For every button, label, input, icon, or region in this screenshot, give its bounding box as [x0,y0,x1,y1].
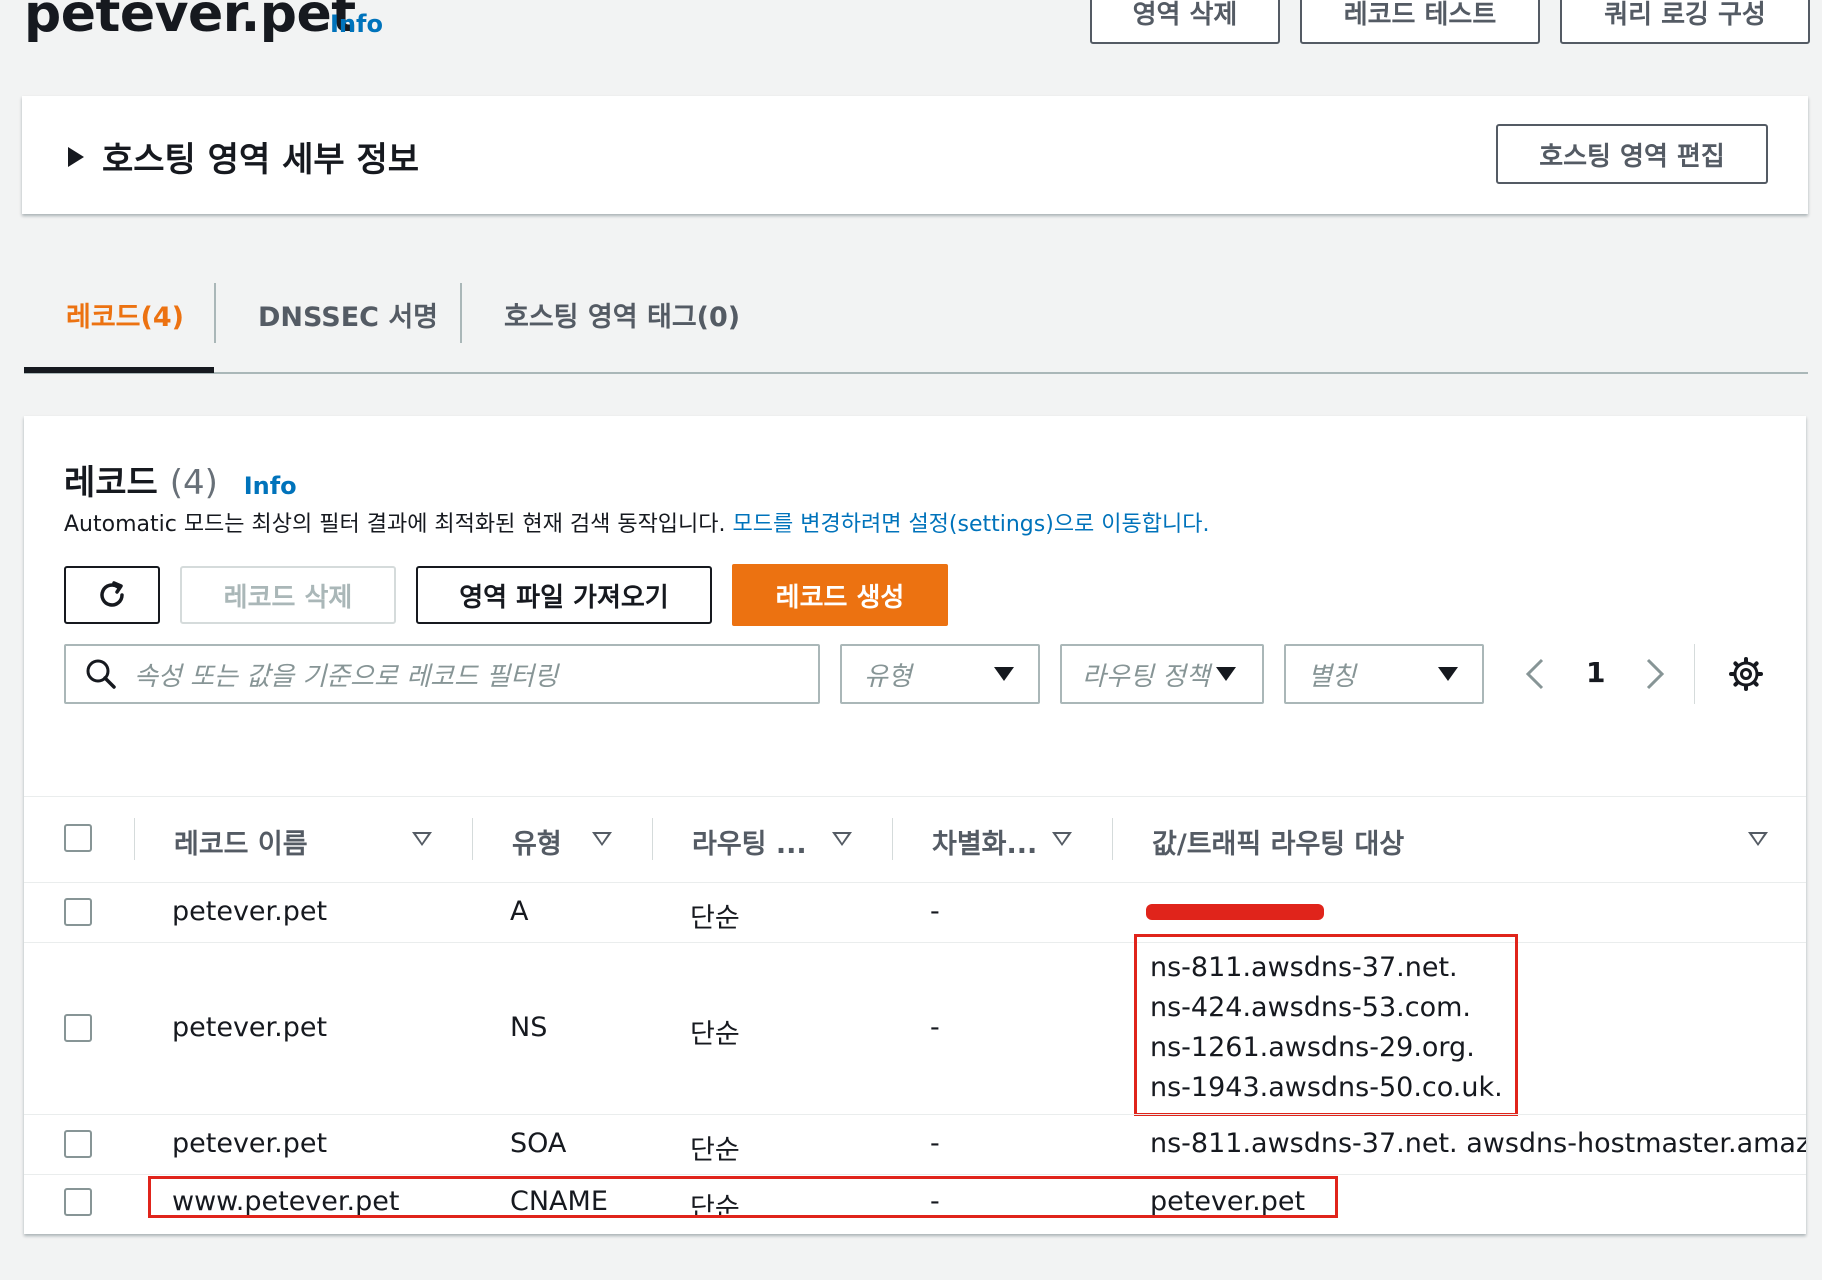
column-divider [1112,818,1113,860]
import-zone-file-button[interactable]: 영역 파일 가져오기 [416,566,712,624]
next-page-icon[interactable] [1640,656,1668,692]
row-checkbox[interactable] [64,1188,92,1216]
row-checkbox[interactable] [64,898,92,926]
sort-icon[interactable] [1748,832,1768,846]
routing-filter-placeholder: 라우팅 정책 [1082,661,1210,692]
info-link[interactable]: Info [330,10,383,38]
column-header-routing[interactable]: 라우팅 ... [692,822,807,861]
record-routing: 단순 [690,1019,740,1050]
record-type: SOA [510,1128,567,1159]
records-count: (4) [169,463,218,503]
refresh-icon [100,581,124,607]
tab-tags[interactable]: 호스팅 영역 태그(0) [504,295,740,334]
column-divider [134,818,135,860]
redaction-mark [1146,904,1324,920]
row-divider [24,942,1806,943]
tabs-baseline [24,372,1808,374]
query-logging-button[interactable]: 쿼리 로깅 구성 [1560,0,1810,44]
row-checkbox[interactable] [64,1130,92,1158]
refresh-button[interactable] [64,566,160,624]
page-title: petever.pet [24,0,356,44]
type-filter-placeholder: 유형 [864,661,912,692]
table-header-border [24,882,1806,883]
select-all-checkbox[interactable] [64,824,92,852]
edit-hosted-zone-button[interactable]: 호스팅 영역 편집 [1496,124,1768,184]
record-name[interactable]: petever.pet [172,1012,327,1043]
annotation-box-ns [1134,934,1518,1116]
tab-dnssec[interactable]: DNSSEC 서명 [258,295,438,334]
table-top-border [24,796,1806,797]
column-divider [472,818,473,860]
sort-icon[interactable] [1052,832,1072,846]
row-checkbox[interactable] [64,1014,92,1042]
column-header-name[interactable]: 레코드 이름 [174,822,308,861]
record-name[interactable]: petever.pet [172,1128,327,1159]
settings-link[interactable]: 모드를 변경하려면 설정(settings)으로 이동합니다. [733,512,1210,537]
record-differentiator: - [930,896,940,927]
row-divider [24,1174,1806,1175]
tab-records[interactable]: 레코드(4) [66,295,184,334]
record-type: NS [510,1012,548,1043]
routing-policy-select[interactable]: 라우팅 정책 [1060,644,1264,704]
annotation-box-cname [148,1176,1338,1218]
record-differentiator: - [930,1012,940,1043]
settings-gear-icon[interactable] [1728,656,1764,692]
previous-page-icon[interactable] [1522,656,1550,692]
record-name[interactable]: petever.pet [172,896,327,927]
sort-icon[interactable] [412,832,432,846]
record-routing: 단순 [690,1135,740,1166]
type-filter-select[interactable]: 유형 [840,644,1040,704]
details-toggle[interactable]: 호스팅 영역 세부 정보 [68,132,419,181]
column-header-differentiator[interactable]: 차별화... [932,822,1037,861]
record-value: ns-811.awsdns-37.net. awsdns-hostmaster.… [1150,1128,1806,1159]
column-divider [892,818,893,860]
dropdown-arrow-icon [994,667,1014,681]
records-info-link[interactable]: Info [244,472,297,500]
column-divider [652,818,653,860]
alias-filter-placeholder: 별칭 [1308,661,1356,692]
dropdown-arrow-icon [1438,667,1458,681]
test-record-button[interactable]: 레코드 테스트 [1300,0,1540,44]
search-input[interactable]: 속성 또는 값을 기준으로 레코드 필터링 [64,644,820,704]
alias-filter-select[interactable]: 별칭 [1284,644,1484,704]
current-page[interactable]: 1 [1586,656,1605,689]
tab-divider [460,283,462,343]
search-icon [86,659,116,689]
delete-record-button[interactable]: 레코드 삭제 [180,566,396,624]
details-title: 호스팅 영역 세부 정보 [102,140,420,180]
sort-icon[interactable] [832,832,852,846]
record-routing: 단순 [690,903,740,934]
active-tab-indicator [24,367,214,373]
tab-divider [214,283,216,343]
create-record-button[interactable]: 레코드 생성 [732,564,948,626]
delete-zone-button[interactable]: 영역 삭제 [1090,0,1280,44]
search-placeholder: 속성 또는 값을 기준으로 레코드 필터링 [134,661,559,692]
record-type: A [510,896,529,927]
caret-right-icon [68,146,84,167]
column-header-type[interactable]: 유형 [512,822,562,861]
dropdown-arrow-icon [1216,667,1236,681]
row-divider [24,1114,1806,1115]
records-description: Automatic 모드는 최상의 필터 결과에 최적화된 현재 검색 동작입니… [64,512,1210,537]
sort-icon[interactable] [592,832,612,846]
pagination-divider [1694,644,1695,704]
column-header-value[interactable]: 값/트래픽 라우팅 대상 [1152,822,1404,861]
records-heading: 레코드 (4) Info [64,463,297,503]
record-differentiator: - [930,1128,940,1159]
